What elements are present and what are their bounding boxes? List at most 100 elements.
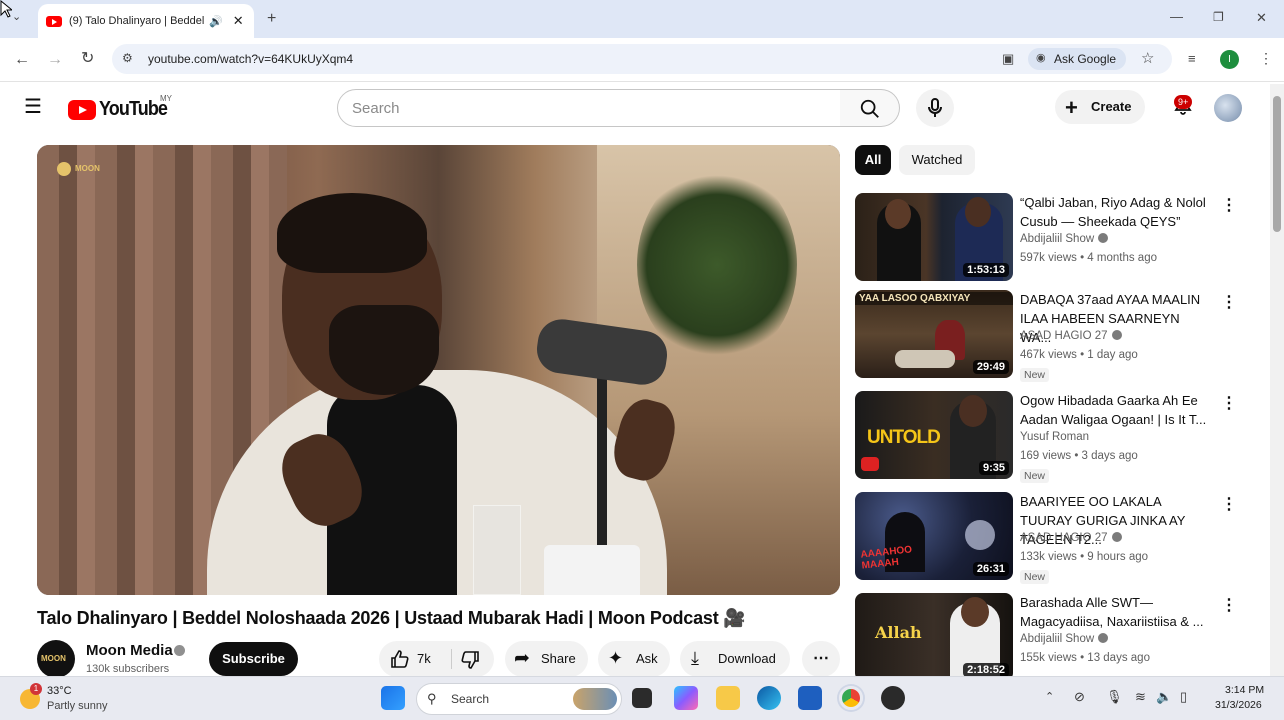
battery-icon[interactable]: ▯ xyxy=(1180,690,1187,703)
back-arrow-icon[interactable]: ← xyxy=(14,52,30,68)
video-duration: 29:49 xyxy=(972,360,1009,374)
install-app-icon[interactable]: ▣ xyxy=(1002,52,1014,65)
video-background-plant xyxy=(637,165,797,365)
more-vertical-icon[interactable]: ⋮ xyxy=(1221,595,1237,615)
search-icon xyxy=(860,99,879,118)
more-vertical-icon[interactable]: ⋮ xyxy=(1221,292,1237,312)
edge-icon[interactable] xyxy=(757,686,781,710)
browser-toolbar: ← → ↻ ⚙ youtube.com/watch?v=64KUkUyXqm4 … xyxy=(0,38,1284,82)
browser-menu-icon[interactable]: ⋮ xyxy=(1259,51,1273,65)
chrome-icon[interactable] xyxy=(839,686,863,710)
related-video-item[interactable]: AAAAHOO MAAAH 26:31 BAARIYEE OO LAKALA T… xyxy=(855,492,1255,584)
video-duration: 26:31 xyxy=(972,562,1009,576)
profile-avatar[interactable]: I xyxy=(1220,50,1239,69)
task-view-icon[interactable] xyxy=(632,688,652,708)
weather-desc: Partly sunny xyxy=(47,700,108,712)
chevron-up-icon[interactable]: ⌃ xyxy=(1045,692,1054,703)
bookmark-star-icon[interactable]: ☆ xyxy=(1141,51,1154,66)
search-button[interactable] xyxy=(840,89,900,127)
close-tab-icon[interactable]: ✕ xyxy=(233,13,244,29)
wifi-icon[interactable]: ≋ xyxy=(1135,690,1146,703)
more-vertical-icon[interactable]: ⋮ xyxy=(1221,393,1237,413)
chip-all[interactable]: All xyxy=(855,145,891,175)
browser-tab-active[interactable]: (9) Talo Dhalinyaro | Beddel 🔊 ✕ xyxy=(38,4,254,38)
subscribe-button[interactable]: Subscribe xyxy=(209,642,298,676)
related-title[interactable]: Ogow Hibadada Gaarka Ah Ee Aadan Waligaa… xyxy=(1020,391,1210,429)
video-duration: 1:53:13 xyxy=(963,263,1009,277)
related-video-item[interactable]: YAA LASOO QABXIYAY 29:49 DABAQA 37aad AY… xyxy=(855,290,1255,382)
related-video-item[interactable]: Allah 2:18:52 Barashada Alle SWT— Magacy… xyxy=(855,593,1255,683)
new-tab-icon[interactable]: + xyxy=(267,11,276,27)
related-thumbnail[interactable]: YAA LASOO QABXIYAY 29:49 xyxy=(855,290,1013,378)
channel-name[interactable]: Moon Media xyxy=(86,642,173,659)
reading-list-icon[interactable]: ≡ xyxy=(1188,52,1196,65)
ask-label: Ask xyxy=(636,651,658,666)
weather-temp: 33°C xyxy=(47,685,72,697)
volume-icon[interactable]: 🔈 xyxy=(1156,690,1172,703)
microphone-icon[interactable]: 🎙 xyxy=(1106,690,1123,703)
related-video-item[interactable]: UNTOLD 9:35 Ogow Hibadada Gaarka Ah Ee A… xyxy=(855,391,1255,483)
search-input[interactable]: Search xyxy=(337,89,841,127)
like-button[interactable]: 7k xyxy=(379,641,451,677)
file-explorer-icon[interactable] xyxy=(716,686,740,710)
share-button[interactable]: ➦ Share xyxy=(505,641,588,677)
more-vertical-icon[interactable]: ⋮ xyxy=(1221,494,1237,514)
share-arrow-icon: ➦ xyxy=(514,648,530,669)
download-button[interactable]: ⤓ Download xyxy=(680,641,790,677)
weather-widget[interactable]: 1 33°C Partly sunny xyxy=(18,683,138,715)
related-thumbnail[interactable]: AAAAHOO MAAAH 26:31 xyxy=(855,492,1013,580)
new-badge: New xyxy=(1020,368,1050,382)
channel-avatar[interactable] xyxy=(37,640,75,678)
related-meta: 467k views • 1 day ago xyxy=(1020,349,1138,361)
related-channel[interactable]: Yusuf Roman xyxy=(1020,431,1089,443)
page-scrollbar[interactable] xyxy=(1270,84,1284,676)
url-text[interactable]: youtube.com/watch?v=64KUkUyXqm4 xyxy=(148,52,353,66)
related-thumbnail[interactable]: 1:53:13 xyxy=(855,193,1013,281)
video-subject-hair xyxy=(277,193,427,273)
forward-arrow-icon[interactable]: → xyxy=(47,52,63,68)
restore-window-icon[interactable]: ❐ xyxy=(1213,11,1224,23)
sync-off-icon[interactable]: ⊘ xyxy=(1074,690,1085,703)
related-channel[interactable]: Abdijaliil Show xyxy=(1020,233,1109,245)
audio-playing-icon[interactable]: 🔊 xyxy=(209,15,223,28)
chip-watched[interactable]: Watched xyxy=(899,145,975,175)
ask-google-button[interactable]: ◉ Ask Google xyxy=(1028,48,1127,70)
hamburger-menu-icon[interactable]: ☰ xyxy=(24,97,42,117)
related-title[interactable]: “Qalbi Jaban, Riyo Adag & Nolol Cusub — … xyxy=(1020,193,1210,231)
clock-date[interactable]: 31/3/2026 xyxy=(1215,699,1262,711)
copilot-icon[interactable] xyxy=(674,686,698,710)
related-video-item[interactable]: 1:53:13 “Qalbi Jaban, Riyo Adag & Nolol … xyxy=(855,193,1255,283)
address-bar[interactable]: ⚙ youtube.com/watch?v=64KUkUyXqm4 ▣ ◉ As… xyxy=(112,44,1172,74)
related-thumbnail[interactable]: UNTOLD 9:35 xyxy=(855,391,1013,479)
related-channel[interactable]: ASAD HAGIO 27 xyxy=(1020,532,1122,544)
related-title[interactable]: Barashada Alle SWT— Magacyadiisa, Naxari… xyxy=(1020,593,1210,631)
verified-badge-icon xyxy=(1111,330,1122,340)
related-thumbnail[interactable]: Allah 2:18:52 xyxy=(855,593,1013,681)
scrollbar-thumb[interactable] xyxy=(1273,96,1281,232)
video-player[interactable]: MOON xyxy=(37,145,840,595)
youtube-wordmark: YouTube xyxy=(99,98,168,120)
create-button[interactable]: + Create xyxy=(1055,90,1145,124)
minimize-window-icon[interactable]: — xyxy=(1170,10,1183,23)
voice-search-button[interactable] xyxy=(916,89,954,127)
taskbar-search-label: Search xyxy=(451,692,490,706)
windows-start-icon[interactable] xyxy=(381,686,405,710)
clock-time[interactable]: 3:14 PM xyxy=(1225,684,1264,696)
account-avatar[interactable] xyxy=(1214,94,1242,122)
ask-button[interactable]: ✦ Ask xyxy=(598,641,670,677)
site-info-icon[interactable]: ⚙ xyxy=(122,52,133,64)
youtube-logo[interactable]: YouTube MY xyxy=(68,94,175,121)
tab-search-chevron-icon[interactable]: ⌄ xyxy=(12,12,21,23)
more-vertical-icon[interactable]: ⋮ xyxy=(1221,195,1237,215)
related-channel[interactable]: ASAD HAGIO 27 xyxy=(1020,330,1122,342)
more-actions-button[interactable]: ⋯ xyxy=(802,641,840,677)
store-icon[interactable] xyxy=(798,686,822,710)
youtube-play-icon xyxy=(68,99,96,120)
sparkle-icon: ✦ xyxy=(608,648,624,668)
related-channel[interactable]: Abdijaliil Show xyxy=(1020,633,1109,645)
app-icon[interactable] xyxy=(881,686,905,710)
close-window-icon[interactable]: ✕ xyxy=(1256,11,1267,24)
taskbar-search[interactable]: ⚲ Search xyxy=(416,683,622,715)
dislike-button[interactable] xyxy=(452,641,494,677)
reload-icon[interactable]: ↻ xyxy=(81,51,94,67)
